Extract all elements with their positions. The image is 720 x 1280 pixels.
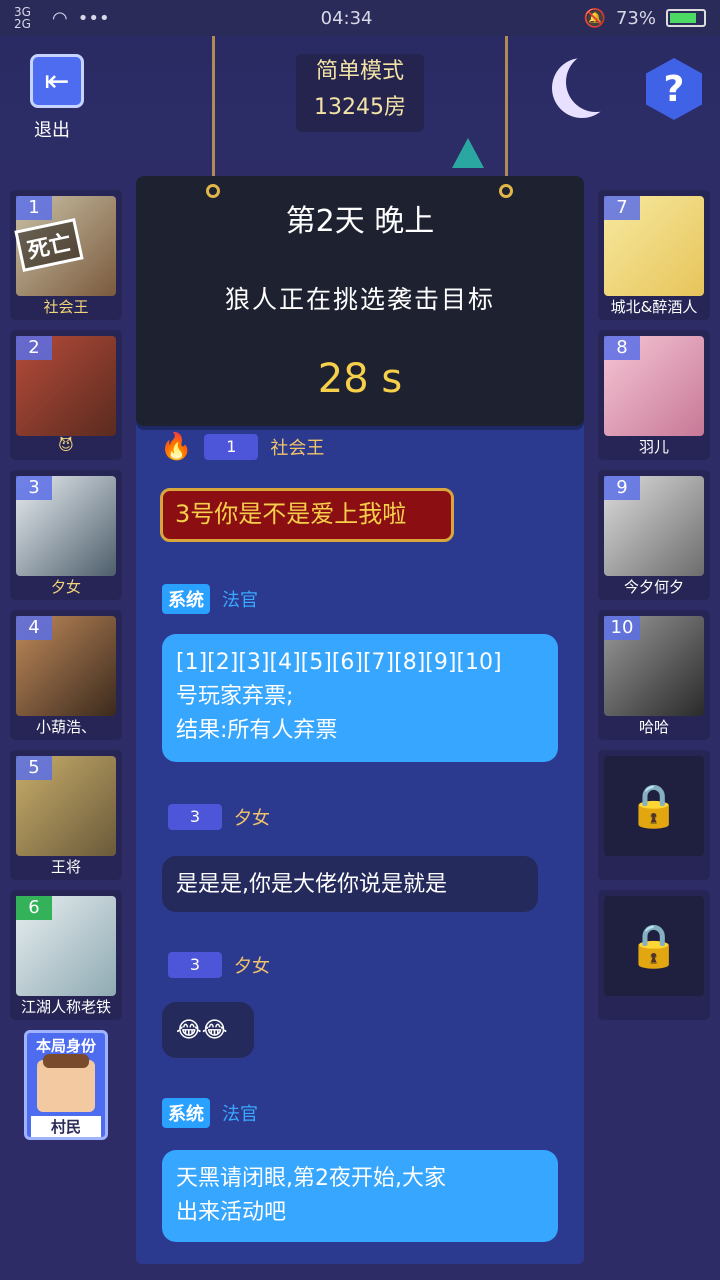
player-name: 江湖人称老铁	[20, 998, 111, 1016]
seat-number: 5	[16, 756, 52, 780]
player-name: 城北&醉酒人	[610, 298, 698, 316]
player-name: 今夕何夕	[623, 578, 684, 596]
player-name: 哈哈	[638, 718, 669, 736]
sender-name: 夕女	[234, 808, 270, 829]
player-name: 王将	[50, 858, 81, 876]
message-line: 号玩家弃票;	[176, 684, 294, 709]
message-bubble: [1][2][3][4][5][6][7][8][9][10] 号玩家弃票; 结…	[162, 634, 558, 762]
seat-6[interactable]: 6 江湖人称老铁	[10, 890, 122, 1020]
message-bubble: 3号你是不是爱上我啦	[160, 488, 454, 542]
player-name: 小葫浩、	[35, 718, 96, 736]
seat-number: 2	[16, 336, 52, 360]
sender-name: 法官	[222, 1104, 258, 1125]
fire-icon: 🔥	[160, 432, 193, 462]
seat-number: 6	[16, 896, 52, 920]
lock-icon: 🔒	[604, 756, 704, 856]
exit-label: 退出	[34, 120, 70, 141]
seat-7[interactable]: 7 城北&醉酒人	[598, 190, 710, 320]
villager-avatar-icon	[37, 1054, 95, 1112]
top-bar: ⇤ 退出 简单模式 13245房 ?	[0, 36, 720, 160]
locked-seat[interactable]: 🔒	[598, 890, 710, 1020]
seat-10[interactable]: 10 哈哈	[598, 610, 710, 740]
countdown-timer: 28 s	[317, 356, 403, 402]
mute-bell-icon: 🔕	[583, 7, 606, 29]
more-dots: •••	[77, 7, 110, 29]
hanging-rope	[505, 36, 508, 188]
status-bar: 3G 2G ◠ ••• 04:34 🔕 73%	[0, 0, 720, 36]
seat-number: 1	[16, 196, 52, 220]
sender-number: 1	[204, 434, 259, 460]
system-tag: 系统	[162, 1098, 210, 1128]
exit-icon: ⇤	[44, 63, 70, 99]
message-header: 🔥 1 社会王	[160, 432, 324, 462]
sender-name: 法官	[222, 590, 258, 611]
status-time: 04:34	[320, 7, 373, 29]
room-info: 简单模式 13245房	[296, 54, 424, 132]
seat-5[interactable]: 5 王将	[10, 750, 122, 880]
game-mode: 简单模式	[315, 59, 404, 84]
locked-seat[interactable]: 🔒	[598, 750, 710, 880]
wifi-icon: ◠	[52, 7, 68, 29]
seat-number: 9	[604, 476, 640, 500]
sender-name: 社会王	[270, 438, 325, 459]
message-bubble: 是是是,你是大佬你说是就是	[162, 856, 538, 912]
player-name: 羽儿	[638, 438, 669, 456]
lock-icon: 🔒	[604, 896, 704, 996]
message-line: 结果:所有人弃票	[176, 718, 338, 743]
exit-button[interactable]: ⇤	[30, 54, 84, 108]
player-name: 😈	[58, 436, 74, 454]
message-header: 3 夕女	[168, 804, 270, 830]
role-card[interactable]: 本局身份 村民	[24, 1030, 108, 1140]
night-subtitle: 狼人正在挑选袭击目标	[224, 285, 495, 314]
seat-number: 7	[604, 196, 640, 220]
message-bubble: 😂😂	[162, 1002, 254, 1058]
seat-4[interactable]: 4 小葫浩、	[10, 610, 122, 740]
role-card-title: 本局身份	[35, 1037, 96, 1055]
sender-number: 3	[168, 804, 222, 830]
player-name: 社会王	[43, 298, 89, 316]
message-bubble: 天黑请闭眼,第2夜开始,大家 出来活动吧	[162, 1150, 558, 1242]
message-header: 系统 法官	[162, 1098, 258, 1128]
message-line: [1][2][3][4][5][6][7][8][9][10]	[176, 650, 502, 675]
sender-number: 3	[168, 952, 222, 978]
seat-9[interactable]: 9 今夕何夕	[598, 470, 710, 600]
message-line: 天黑请闭眼,第2夜开始,大家	[176, 1166, 446, 1191]
role-name: 村民	[31, 1116, 101, 1137]
night-title: 第2天 晚上	[285, 204, 435, 239]
seat-number: 10	[604, 616, 640, 640]
system-tag: 系统	[162, 584, 210, 614]
message-header: 系统 法官	[162, 584, 258, 614]
seat-3[interactable]: 3 夕女	[10, 470, 122, 600]
player-name: 夕女	[50, 578, 81, 596]
pyramid-icon	[452, 138, 484, 168]
message-line: 出来活动吧	[176, 1200, 287, 1225]
seat-8[interactable]: 8 羽儿	[598, 330, 710, 460]
seat-number: 4	[16, 616, 52, 640]
seat-number: 3	[16, 476, 52, 500]
message-header: 3 夕女	[168, 952, 270, 978]
help-button[interactable]: ?	[646, 58, 702, 120]
signal-icon: 3G 2G	[14, 5, 31, 31]
moon-icon	[552, 58, 612, 118]
question-icon: ?	[663, 68, 685, 110]
battery-percent: 73%	[615, 7, 656, 29]
seat-number: 8	[604, 336, 640, 360]
seat-2[interactable]: 2 😈	[10, 330, 122, 460]
battery-icon	[665, 9, 706, 27]
sender-name: 夕女	[234, 956, 270, 977]
seat-1[interactable]: 1 死亡 社会王	[10, 190, 122, 320]
room-number: 13245房	[314, 95, 406, 120]
hanging-rope	[212, 36, 215, 188]
